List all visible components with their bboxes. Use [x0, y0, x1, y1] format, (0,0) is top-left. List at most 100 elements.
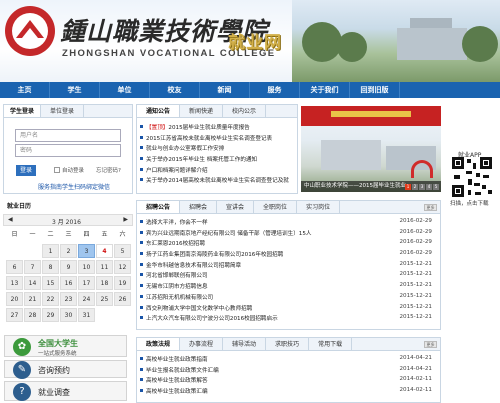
calendar-day[interactable]: 16: [60, 276, 77, 290]
calendar-day[interactable]: 11: [96, 260, 113, 274]
more-button[interactable]: 更多: [424, 341, 437, 348]
username-field[interactable]: 用户名: [15, 129, 121, 142]
calendar-day[interactable]: 3: [78, 244, 95, 258]
calendar-day[interactable]: 6: [6, 260, 23, 274]
item-title[interactable]: 毕业生报名就业政策文件汇编: [146, 366, 219, 374]
calendar-day[interactable]: 24: [78, 292, 95, 306]
calendar-day[interactable]: 21: [24, 292, 41, 306]
item-title[interactable]: 宾为兴业远期南京地产经纪有限公司 储备干部（管理培训生）15人: [146, 229, 312, 237]
calendar-day[interactable]: 17: [78, 276, 95, 290]
calendar-day[interactable]: 18: [96, 276, 113, 290]
item-title[interactable]: 高校毕业生就业政策解答: [146, 376, 208, 384]
tab-employer-login[interactable]: 单位登录: [41, 105, 85, 117]
calendar-day[interactable]: 25: [96, 292, 113, 306]
tab-news-express[interactable]: 新闻快递: [180, 105, 224, 117]
nav-services[interactable]: 服务: [250, 82, 300, 98]
carousel-page-1[interactable]: 1: [405, 184, 411, 190]
calendar-day[interactable]: 13: [6, 276, 23, 290]
policy-item[interactable]: 高校毕业生就业政策指南 2014-04-21: [137, 353, 440, 364]
calendar-day[interactable]: 28: [24, 308, 41, 322]
calendar-day[interactable]: 26: [114, 292, 131, 306]
notice-item[interactable]: 【置顶】2015届毕业生就业质量年度报告: [137, 121, 297, 132]
tab-fulltime-jobs[interactable]: 全职岗位: [254, 201, 298, 213]
calendar-day[interactable]: 8: [42, 260, 59, 274]
tab-policies[interactable]: 政策法规: [137, 338, 181, 350]
password-field[interactable]: 密码: [15, 144, 121, 157]
tab-procedures[interactable]: 办事流程: [180, 338, 224, 350]
recruitment-item[interactable]: 扬子江药业集团南京海陵药业有限公司2016年校园招聘 2016-02-29: [137, 248, 440, 259]
nav-news[interactable]: 新闻: [200, 82, 250, 98]
item-title[interactable]: 江苏招阳无机机械有限公司: [146, 293, 213, 301]
calendar-day[interactable]: 1: [42, 244, 59, 258]
calendar-day[interactable]: 12: [114, 260, 131, 274]
national-college-service-link[interactable]: ✿ 全国大学生 一站式服务系统: [4, 335, 127, 357]
student-wechat-binding-link[interactable]: 学生扫码绑定微信: [62, 182, 110, 191]
calendar-day[interactable]: 29: [42, 308, 59, 322]
tab-info-sessions[interactable]: 宣讲会: [217, 201, 255, 213]
notice-item[interactable]: 就业与创业办公室寒假工作安排: [137, 142, 297, 153]
nav-old-version[interactable]: 回到旧版: [350, 82, 400, 98]
calendar-day[interactable]: 31: [78, 308, 95, 322]
carousel-page-4[interactable]: 4: [426, 184, 432, 190]
calendar-day[interactable]: 7: [24, 260, 41, 274]
item-title[interactable]: 东汇莱恩2016校招招聘: [146, 239, 205, 247]
prev-month-icon[interactable]: ◀: [8, 216, 13, 223]
more-button[interactable]: 更多: [424, 204, 437, 211]
app-qr-code-icon[interactable]: [452, 157, 492, 197]
login-button[interactable]: 登录: [16, 165, 36, 176]
tab-downloads[interactable]: 常用下载: [309, 338, 353, 350]
calendar-day[interactable]: 19: [114, 276, 131, 290]
nav-home[interactable]: 主页: [0, 82, 50, 98]
notice-item[interactable]: 关于举办2015年毕业生 档案托管工作的通知: [137, 153, 297, 164]
item-title[interactable]: 西交利物浦大学中国文化数学中心教师招聘: [146, 304, 252, 312]
calendar-day[interactable]: 4: [96, 244, 113, 258]
carousel-page-2[interactable]: 2: [412, 184, 418, 190]
tab-guidance[interactable]: 辅导活动: [223, 338, 267, 350]
next-month-icon[interactable]: ▶: [123, 216, 128, 223]
calendar-day[interactable]: 22: [42, 292, 59, 306]
recruitment-item[interactable]: 宾为兴业远期南京地产经纪有限公司 储备干部（管理培训生）15人 2016-02-2…: [137, 227, 440, 238]
recruitment-item[interactable]: 东汇莱恩2016校招招聘 2016-02-29: [137, 237, 440, 248]
school-logo[interactable]: [5, 6, 55, 56]
carousel-page-3[interactable]: 3: [419, 184, 425, 190]
calendar-day[interactable]: 2: [60, 244, 77, 258]
employment-survey-link[interactable]: ? 就业调查: [4, 381, 127, 401]
item-title[interactable]: 上汽大众汽车有限公司宁波分公司2016校园招聘启示: [146, 314, 278, 322]
item-title[interactable]: 选择大平洋，你会不一样: [146, 218, 208, 226]
tab-student-login[interactable]: 学生登录: [4, 105, 42, 117]
policy-item[interactable]: 毕业生报名就业政策文件汇编 2014-04-21: [137, 364, 440, 375]
tab-internships[interactable]: 实习岗位: [297, 201, 341, 213]
tab-recruitment-notices[interactable]: 招聘公告: [137, 201, 181, 213]
notice-item[interactable]: 户口和档案问题详解介绍: [137, 164, 297, 175]
nav-alumni[interactable]: 校友: [150, 82, 200, 98]
calendar-day[interactable]: 15: [42, 276, 59, 290]
nav-about[interactable]: 关于我们: [300, 82, 350, 98]
news-photo-carousel[interactable]: 中山职业技术学院——2015届毕业生就业 1 2 3 4 5: [301, 106, 441, 192]
recruitment-item[interactable]: 上汽大众汽车有限公司宁波分公司2016校园招聘启示 2015-12-21: [137, 312, 440, 323]
item-title[interactable]: 扬子江药业集团南京海陵药业有限公司2016年校园招聘: [146, 250, 283, 258]
recruitment-item[interactable]: 无锡市江阴市方招聘信息 2015-12-21: [137, 280, 440, 291]
nav-students[interactable]: 学生: [50, 82, 100, 98]
notice-item[interactable]: 2015江苏省高校未就业离校毕业生实名调查登记表: [137, 132, 297, 143]
recruitment-item[interactable]: 河北省邯郸联创有限公司 2015-12-21: [137, 269, 440, 280]
calendar-day[interactable]: 14: [24, 276, 41, 290]
consultation-booking-link[interactable]: ✎ 咨询预约: [4, 360, 127, 379]
recruitment-item[interactable]: 西交利物浦大学中国文化数学中心教师招聘 2015-12-21: [137, 302, 440, 313]
nav-employers[interactable]: 单位: [100, 82, 150, 98]
calendar-day[interactable]: 23: [60, 292, 77, 306]
tab-job-tips[interactable]: 求职技巧: [266, 338, 310, 350]
calendar-day[interactable]: 20: [6, 292, 23, 306]
notice-item[interactable]: 关于举办2014届高校未就业离校毕业生实名调查登记及就: [137, 174, 297, 185]
item-title[interactable]: 河北省邯郸联创有限公司: [146, 271, 208, 279]
calendar-day[interactable]: 30: [60, 308, 77, 322]
policy-item[interactable]: 高校毕业生就业政策解答 2014-02-11: [137, 374, 440, 385]
carousel-page-5[interactable]: 5: [433, 184, 439, 190]
item-title[interactable]: 无锡市江阴市方招聘信息: [146, 282, 208, 290]
tab-job-fairs[interactable]: 招聘会: [180, 201, 218, 213]
item-title[interactable]: 高校毕业生就业政策汇编: [146, 387, 208, 395]
policy-item[interactable]: 高校毕业生就业政策汇编 2014-02-11: [137, 385, 440, 396]
recruitment-item[interactable]: 金华市科越信息技术有限公司招聘简章 2015-12-21: [137, 259, 440, 270]
item-title[interactable]: 高校毕业生就业政策指南: [146, 355, 208, 363]
calendar-day[interactable]: 9: [60, 260, 77, 274]
tab-campus-announcements[interactable]: 校内公示: [223, 105, 267, 117]
